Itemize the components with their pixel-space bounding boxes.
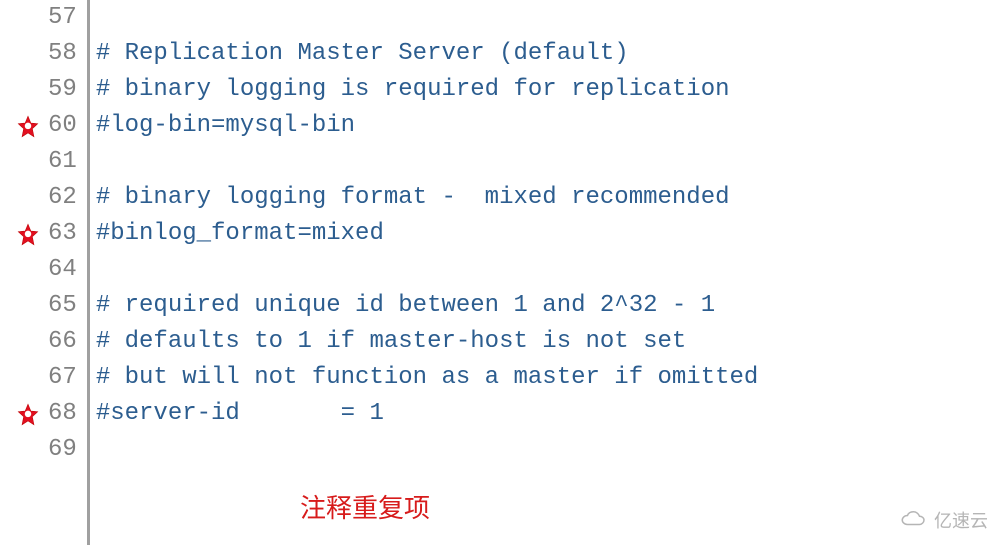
code-line[interactable]: # binary logging is required for replica… [96, 72, 759, 108]
code-line[interactable]: #log-bin=mysql-bin [96, 108, 759, 144]
line-number: 66 [48, 324, 77, 360]
line-number: 69 [48, 432, 77, 468]
code-line[interactable]: # required unique id between 1 and 2^32 … [96, 288, 759, 324]
line-number: 62 [48, 180, 77, 216]
line-number: 59 [48, 72, 77, 108]
code-area[interactable]: # Replication Master Server (default) # … [96, 0, 759, 545]
code-line[interactable] [96, 0, 759, 36]
line-number: 63 [48, 216, 77, 252]
bookmark-star-icon[interactable] [14, 221, 42, 249]
code-line[interactable] [96, 144, 759, 180]
code-line[interactable]: # Replication Master Server (default) [96, 36, 759, 72]
watermark-text: 亿速云 [934, 507, 988, 533]
line-number: 58 [48, 36, 77, 72]
code-line[interactable]: #server-id = 1 [96, 396, 759, 432]
bookmark-star-icon[interactable] [14, 401, 42, 429]
line-number: 65 [48, 288, 77, 324]
watermark: 亿速云 [900, 507, 988, 533]
line-number: 68 [48, 396, 77, 432]
margin-line [87, 0, 90, 545]
code-editor: 57 58 59 60 61 62 63 64 65 66 67 68 69 #… [0, 0, 1000, 545]
line-number: 57 [48, 0, 77, 36]
annotation-caption: 注释重复项 [300, 488, 430, 525]
line-number: 60 [48, 108, 77, 144]
line-number: 64 [48, 252, 77, 288]
code-line[interactable]: #binlog_format=mixed [96, 216, 759, 252]
cloud-icon [900, 510, 930, 530]
gutter-column [0, 0, 48, 545]
bookmark-star-icon[interactable] [14, 113, 42, 141]
line-number: 67 [48, 360, 77, 396]
code-line[interactable] [96, 252, 759, 288]
code-line[interactable]: # defaults to 1 if master-host is not se… [96, 324, 759, 360]
line-number-gutter: 57 58 59 60 61 62 63 64 65 66 67 68 69 [48, 0, 81, 545]
code-line[interactable]: # but will not function as a master if o… [96, 360, 759, 396]
code-line[interactable] [96, 432, 759, 468]
code-line[interactable]: # binary logging format - mixed recommen… [96, 180, 759, 216]
line-number: 61 [48, 144, 77, 180]
